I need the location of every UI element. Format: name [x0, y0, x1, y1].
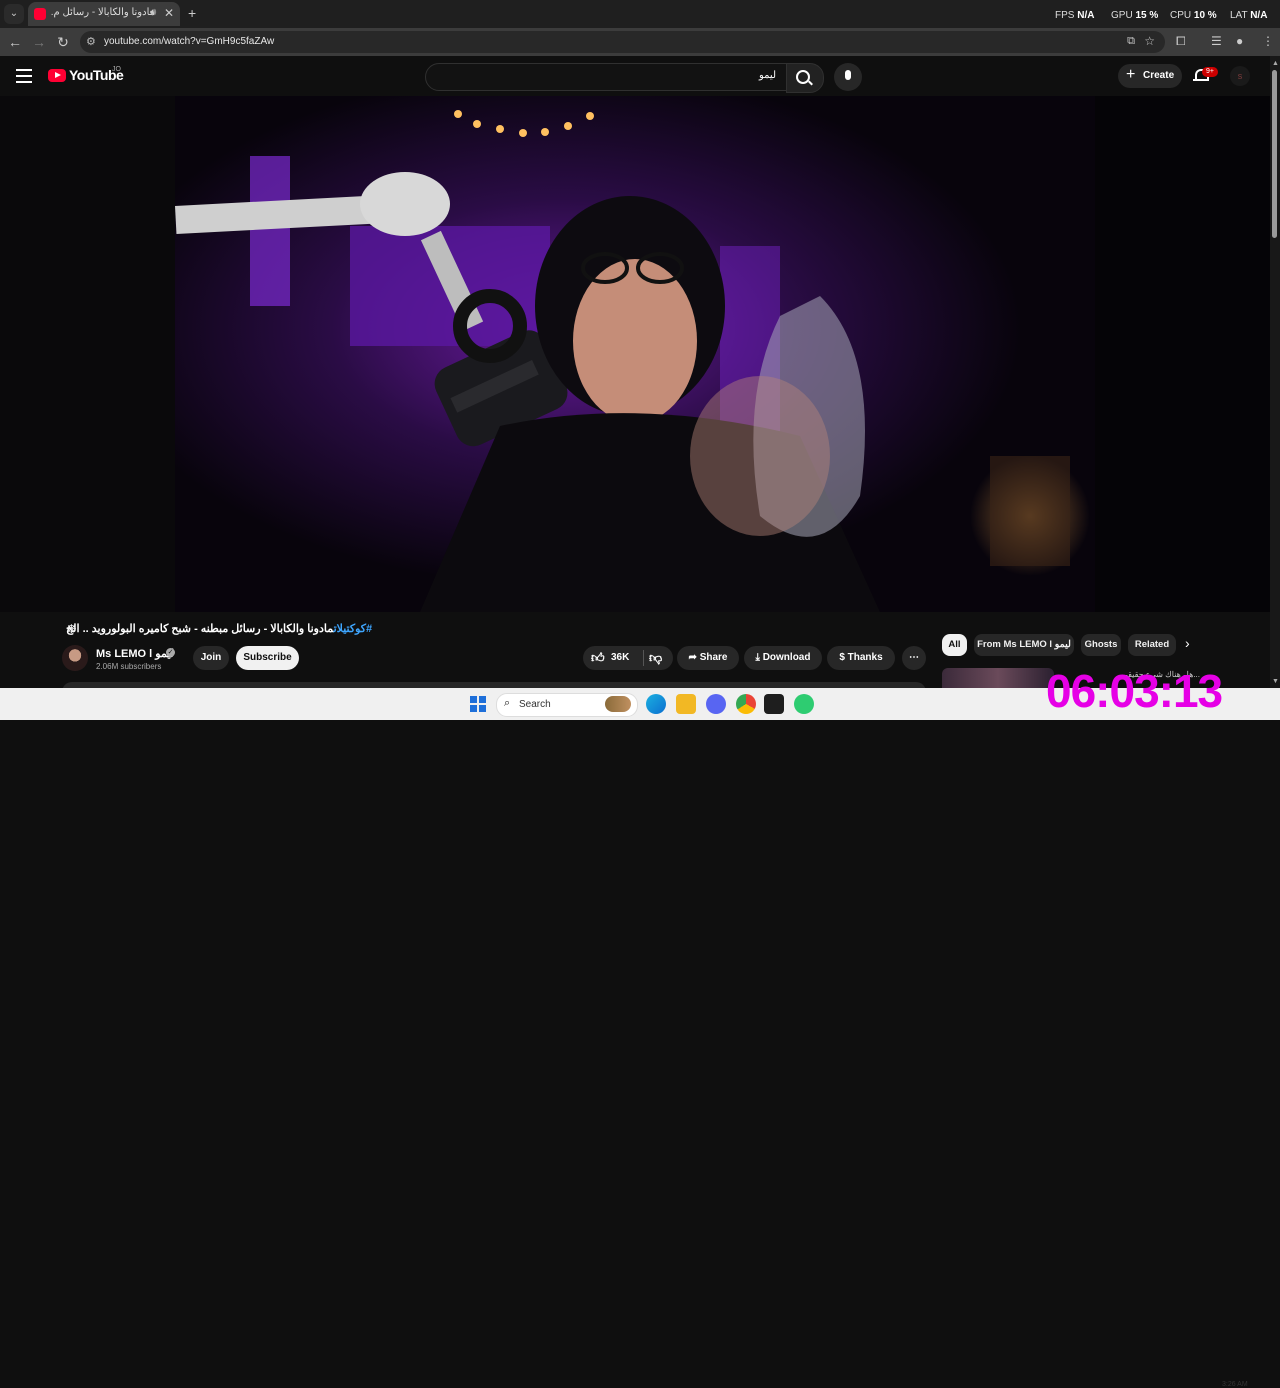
like-divider: [643, 650, 644, 666]
back-arrow-icon[interactable]: ←: [6, 33, 24, 51]
system-clock[interactable]: 3:26 AM: [1222, 1381, 1248, 1388]
terminal-icon[interactable]: [764, 694, 784, 714]
youtube-favicon-icon: [34, 8, 46, 20]
subscribe-button[interactable]: Subscribe: [236, 646, 299, 670]
url-text[interactable]: youtube.com/watch?v=GmH9c5faZAw: [104, 36, 274, 47]
fps-stat: FPS N/A: [1055, 10, 1095, 21]
lat-stat: LAT N/A: [1230, 10, 1268, 21]
chip-ghosts[interactable]: Ghosts: [1081, 634, 1121, 656]
chevron-right-icon[interactable]: ›: [1185, 635, 1190, 651]
bookmark-star-icon[interactable]: ☆: [1144, 34, 1155, 48]
subscriber-count: 2.06M subscribers: [96, 662, 162, 671]
verified-check-icon: ✓: [166, 648, 175, 657]
speaker-icon[interactable]: 🔊︎: [150, 7, 156, 18]
more-actions-icon[interactable]: ⋯: [902, 646, 926, 670]
scroll-down-arrow-icon[interactable]: ▼: [1272, 678, 1279, 685]
country-code: JO: [112, 66, 121, 73]
close-tab-icon[interactable]: ✕: [164, 6, 174, 20]
voice-search-button[interactable]: [834, 63, 862, 91]
like-count[interactable]: 36K: [611, 646, 629, 670]
forward-arrow-icon[interactable]: →: [30, 33, 48, 51]
edge-browser-icon[interactable]: [646, 694, 666, 714]
youtube-play-icon: [48, 69, 66, 82]
tab-search-button[interactable]: ⌄: [4, 4, 24, 24]
reading-list-icon[interactable]: ☰: [1211, 34, 1222, 48]
chip-all[interactable]: All: [942, 634, 967, 656]
account-avatar[interactable]: s: [1230, 66, 1250, 86]
install-app-icon[interactable]: ⧉: [1127, 35, 1135, 48]
profile-icon[interactable]: ●: [1236, 34, 1243, 48]
chip-from-channel[interactable]: From Ms LEMO l ليمو: [974, 634, 1074, 656]
chrome-icon[interactable]: [736, 694, 756, 714]
clock-overlay: 06:03:13: [1046, 665, 1223, 717]
discord-icon[interactable]: [706, 694, 726, 714]
like-dislike-group: 👍︎ 36K 👎︎: [583, 646, 673, 670]
browser-menu-icon[interactable]: ⋮: [1262, 34, 1274, 48]
video-frame: [0, 96, 1270, 612]
share-button[interactable]: ➦ Share: [677, 646, 739, 670]
video-hashtag[interactable]: #كوكتيلات: [334, 623, 373, 635]
thumbs-down-icon[interactable]: 👎︎: [649, 646, 662, 670]
notification-badge: 9+: [1202, 67, 1218, 77]
video-player[interactable]: [0, 96, 1270, 612]
create-button[interactable]: + Create: [1118, 64, 1182, 88]
new-tab-button[interactable]: +: [188, 5, 196, 21]
taskbar-search-label: Search: [519, 699, 551, 710]
taskbar-search-box[interactable]: ⌕ Search: [496, 693, 638, 717]
join-button[interactable]: Join: [193, 646, 229, 670]
search-button[interactable]: [786, 63, 824, 93]
thanks-label: Thanks: [847, 652, 883, 663]
youtube-masthead: YouTube JO ليمو ✕ + Create: [0, 56, 1270, 96]
cpu-stat: CPU 10 %: [1170, 10, 1217, 21]
hamburger-menu-icon[interactable]: [16, 69, 32, 83]
extensions-icon[interactable]: ⧠: [1176, 34, 1186, 49]
file-explorer-icon[interactable]: [676, 694, 696, 714]
windows-start-icon[interactable]: [470, 696, 486, 712]
share-label: Share: [699, 652, 728, 663]
reload-icon[interactable]: ↻: [54, 33, 72, 51]
gpu-stat: GPU 15 %: [1111, 10, 1159, 21]
scrollbar-thumb[interactable]: [1272, 70, 1277, 238]
search-icon: [796, 70, 810, 84]
video-title: #كوكتيلاتمادونا والكابالا - رسائل مبطنه …: [66, 622, 406, 635]
search-query[interactable]: ليمو: [759, 70, 776, 81]
bell-base: [1193, 79, 1209, 81]
share-arrow-icon: ➦: [688, 652, 700, 663]
scroll-up-arrow-icon[interactable]: ▲: [1272, 60, 1279, 67]
chip-related[interactable]: Related: [1128, 634, 1176, 656]
super-thanks-icon: $: [839, 652, 848, 663]
browser-toolbar: ← → ↻ ⚙ youtube.com/watch?v=GmH9c5faZAw …: [0, 28, 1280, 56]
download-icon: ⤓: [755, 652, 763, 663]
site-info-icon[interactable]: ⚙: [86, 35, 96, 48]
download-button[interactable]: ⤓ Download: [744, 646, 822, 670]
tab-title: مادونا والكابالا - رسائل م... (34): [50, 7, 155, 18]
browser-tab[interactable]: مادونا والكابالا - رسائل م... (34) 🔊︎ ✕: [28, 2, 180, 26]
search-input[interactable]: ليمو ✕: [425, 63, 808, 91]
download-label: Download: [762, 652, 811, 663]
search-highlight-image: [605, 696, 631, 712]
address-bar[interactable]: ⚙ youtube.com/watch?v=GmH9c5faZAw ⧉ ☆: [80, 31, 1165, 53]
browser-tab-bar: ⌄ مادونا والكابالا - رسائل م... (34) 🔊︎ …: [0, 0, 1280, 28]
plus-icon: +: [1126, 66, 1136, 83]
thanks-button[interactable]: $ Thanks: [827, 646, 895, 670]
channel-name[interactable]: Ms LEMO l ليمو: [96, 647, 174, 660]
thumbs-up-icon[interactable]: 👍︎: [591, 646, 605, 670]
channel-avatar[interactable]: [62, 645, 88, 671]
search-icon: ⌕: [504, 697, 511, 709]
dharma-wheel-icon: ☸: [66, 622, 77, 636]
create-label: Create: [1143, 70, 1175, 81]
app-bot-icon[interactable]: [794, 694, 814, 714]
microphone-icon: [845, 70, 851, 80]
video-title-text: مادونا والكابالا - رسائل مبطنه - شبح كام…: [66, 623, 334, 635]
